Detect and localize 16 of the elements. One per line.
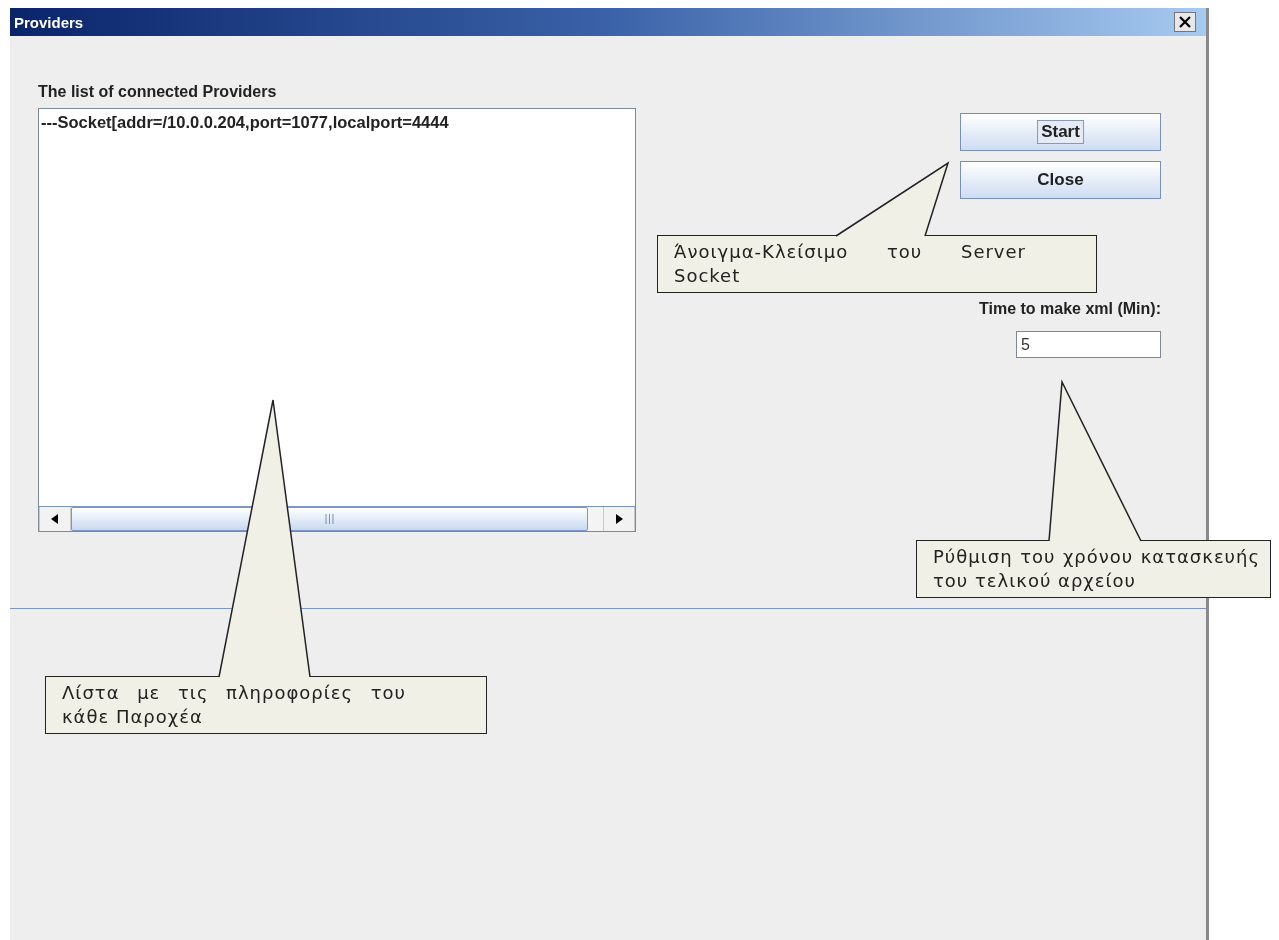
list-label: The list of connected Providers [38, 83, 278, 101]
callout-note: Ρύθμιση του χρόνου κατασκευής του τελικού αρχείου [916, 540, 1271, 598]
callout-note: Λίστα με τις πληροφορίες του κάθε Παροχέα [45, 676, 487, 734]
right-arrow-icon [615, 514, 623, 524]
window-title: Providers [14, 13, 84, 31]
action-button[interactable]: Close [960, 161, 1161, 199]
action-button[interactable]: Start [960, 113, 1161, 151]
scroll-left-button[interactable] [39, 507, 71, 531]
left-arrow-icon [51, 514, 59, 524]
interval-field[interactable]: 5 [1016, 331, 1161, 358]
scroll-right-button[interactable] [603, 507, 635, 531]
scrollbar-thumb[interactable] [71, 507, 588, 531]
interval-label: Time to make xml (Min): [979, 300, 1161, 318]
list-item[interactable]: ---Socket[addr=/10.0.0.204,port=1077,localport=4444 [41, 113, 633, 132]
close-icon[interactable] [1174, 12, 1196, 32]
horizontal-scrollbar[interactable] [39, 506, 635, 531]
